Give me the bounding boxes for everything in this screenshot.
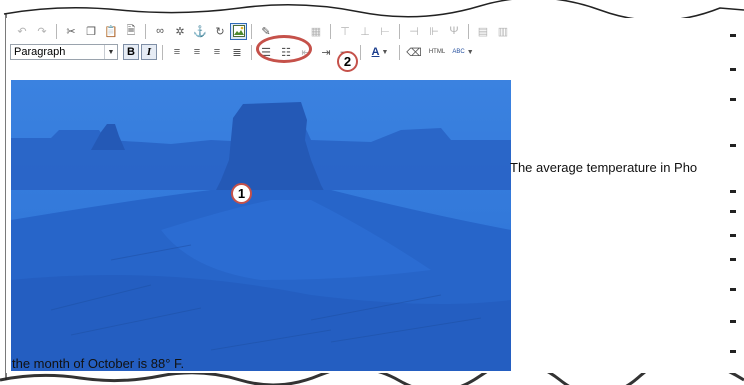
toolbar-row-2: Paragraph ▼ B I ≡ ≡ ≡ ≣ ☰ ☷ ⇤ ⇥ — A ▼ ⌫ …	[10, 41, 476, 63]
inserted-image[interactable]	[11, 80, 511, 371]
delete-row-icon[interactable]: ⊢	[377, 23, 393, 39]
paste-icon[interactable]: 📋	[103, 23, 119, 39]
spellcheck-button[interactable]: ABC ▼	[452, 44, 474, 60]
toolbar-separator	[360, 44, 361, 60]
chevron-down-icon: ▼	[381, 48, 389, 56]
html-source-button[interactable]: HTML	[426, 44, 448, 60]
italic-button[interactable]: I	[141, 44, 157, 60]
spellcheck-label: ABC	[452, 49, 465, 55]
toolbar-separator	[162, 44, 163, 60]
align-justify-icon[interactable]: ≣	[229, 44, 245, 60]
align-center-icon[interactable]: ≡	[189, 44, 205, 60]
remove-link-icon[interactable]: ✲	[172, 23, 188, 39]
toolbar-separator	[468, 23, 469, 39]
row-after-icon[interactable]: ⊥	[357, 23, 373, 39]
table-icon[interactable]: ▦	[308, 23, 324, 39]
html-label: HTML	[428, 49, 446, 55]
format-select-value: Paragraph	[14, 46, 66, 58]
chevron-down-icon: ▼	[104, 45, 117, 59]
rich-text-editor: ↶ ↷ ✂ ❐ 📋 🗎 ∞ ✲ ⚓ ↻ ✎ ▦ ⊤ ⊥ ⊢ ⊣ ⊩ Ψ ▤ ▥ …	[6, 18, 744, 373]
toolbar-separator	[251, 23, 252, 39]
undo-icon[interactable]: ↶	[14, 23, 30, 39]
toolbar-separator	[399, 44, 400, 60]
paragraph-text-right: The average temperature in Pho	[510, 160, 698, 175]
align-right-icon[interactable]: ≡	[209, 44, 225, 60]
col-after-icon[interactable]: ⊩	[426, 23, 442, 39]
format-select[interactable]: Paragraph ▼	[10, 44, 118, 60]
toolbar-separator	[399, 23, 400, 39]
copy-icon[interactable]: ❐	[83, 23, 99, 39]
toolbar-separator	[145, 23, 146, 39]
row-before-icon[interactable]: ⊤	[337, 23, 353, 39]
bold-button[interactable]: B	[123, 44, 139, 60]
redo-icon[interactable]: ↷	[34, 23, 50, 39]
toolbar-separator	[330, 23, 331, 39]
callout-badge-2: 2	[337, 51, 358, 72]
toolbar-separator	[251, 44, 252, 60]
callout-badge-1: 1	[231, 183, 252, 204]
callout-ring-image-button	[256, 35, 312, 63]
eraser-icon[interactable]: ⌫	[406, 44, 422, 60]
font-color-label: A	[371, 46, 380, 58]
paste-word-icon[interactable]: 🗎	[123, 23, 139, 39]
delete-col-icon[interactable]: Ψ	[446, 23, 462, 39]
cut-icon[interactable]: ✂	[63, 23, 79, 39]
col-before-icon[interactable]: ⊣	[406, 23, 422, 39]
flash-icon[interactable]: ↻	[212, 23, 228, 39]
indent-icon[interactable]: ⇥	[318, 44, 334, 60]
paragraph-text-bottom: the month of October is 88° F.	[12, 356, 185, 371]
insert-link-icon[interactable]: ∞	[152, 23, 168, 39]
torn-right-edge	[724, 20, 744, 375]
toolbar-separator	[56, 23, 57, 39]
image-icon	[232, 25, 245, 37]
anchor-icon[interactable]: ⚓	[192, 23, 208, 39]
merge-cells-icon[interactable]: ▤	[475, 23, 491, 39]
align-left-icon[interactable]: ≡	[169, 44, 185, 60]
insert-image-button[interactable]	[230, 22, 247, 40]
font-color-button[interactable]: A ▼	[367, 44, 393, 60]
split-cells-icon[interactable]: ▥	[495, 23, 511, 39]
chevron-down-icon: ▼	[466, 48, 474, 56]
